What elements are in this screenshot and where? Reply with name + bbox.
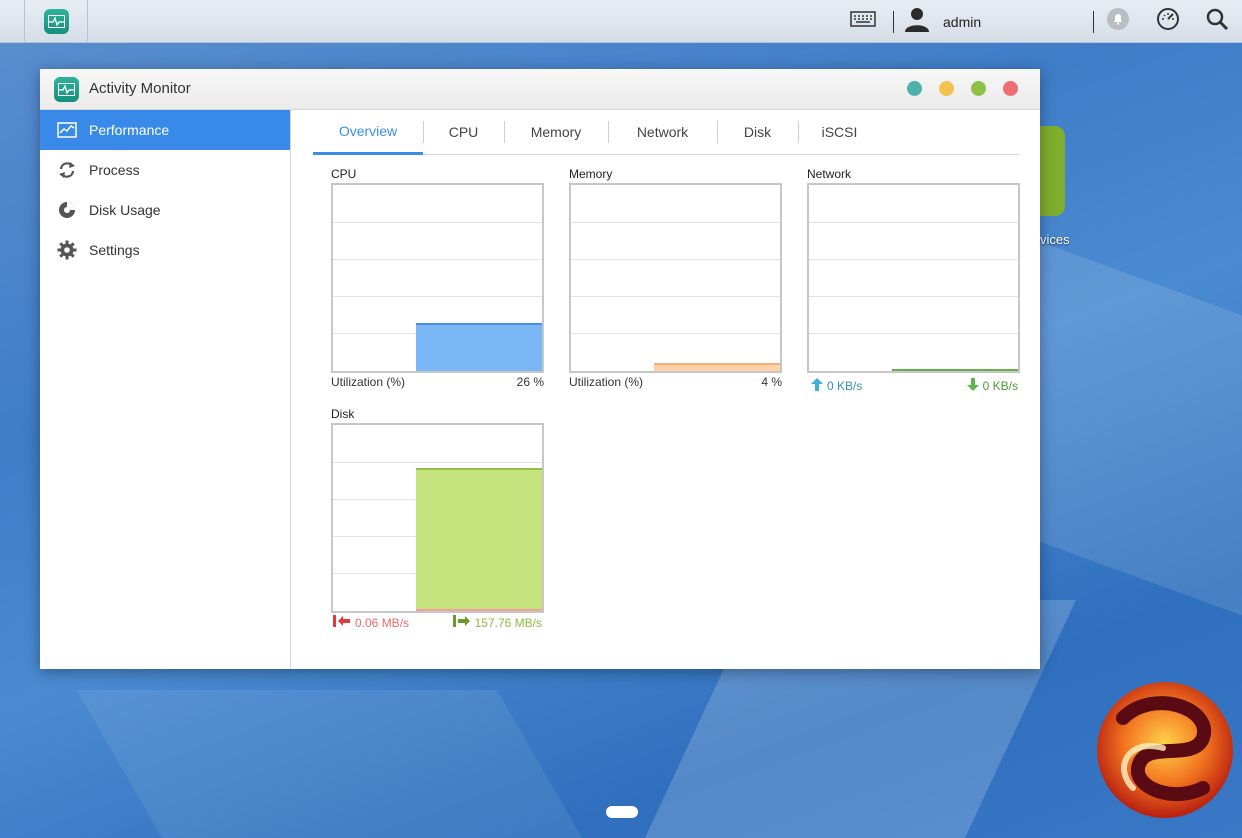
desktop-background-facet xyxy=(76,690,584,838)
window-info-button[interactable] xyxy=(907,81,922,96)
dashboard-button[interactable] xyxy=(1156,0,1180,43)
top-taskbar: admin xyxy=(0,0,1242,43)
gridline xyxy=(809,296,1018,297)
cpu-footer: Utilization (%) 26 % xyxy=(331,375,544,389)
panel-title: Disk xyxy=(331,407,355,421)
tab-iscsi[interactable]: iSCSI xyxy=(798,110,881,154)
notification-icon xyxy=(1106,7,1130,36)
activity-monitor-app-icon xyxy=(43,9,69,34)
network-download-value: 0 KB/s xyxy=(982,379,1018,393)
upload-arrow-icon xyxy=(811,378,823,394)
sidebar-item-label: Process xyxy=(89,162,140,178)
sidebar-item-performance[interactable]: Performance xyxy=(40,110,290,150)
gridline xyxy=(333,259,542,260)
memory-chart xyxy=(569,183,782,373)
panel-title: CPU xyxy=(331,167,357,181)
user-menu-button[interactable]: admin xyxy=(904,0,981,43)
activity-monitor-app-icon xyxy=(54,77,79,102)
activity-monitor-taskbar-button[interactable] xyxy=(25,0,88,43)
sidebar: Performance Process Disk Usage Settings xyxy=(40,110,291,669)
gridline xyxy=(571,259,780,260)
taskbar-divider xyxy=(893,11,894,33)
gridline xyxy=(571,222,780,223)
tab-bar: Overview CPU Memory Network Disk iSCSI xyxy=(313,110,1019,155)
dashboard-gauge-icon xyxy=(1156,7,1180,36)
window-titlebar[interactable]: Activity Monitor xyxy=(40,69,1040,110)
gridline xyxy=(809,259,1018,260)
network-footer: 0 KB/s 0 KB/s xyxy=(807,378,1020,394)
gear-icon xyxy=(57,240,77,260)
memory-footer-value: 4 % xyxy=(761,375,782,389)
window-minimize-button[interactable] xyxy=(939,81,954,96)
sidebar-item-label: Disk Usage xyxy=(89,202,161,218)
disk-footer: 0.06 MB/s 157.76 MB/s xyxy=(331,615,544,630)
cpu-footer-value: 26 % xyxy=(516,375,544,389)
memory-footer: Utilization (%) 4 % xyxy=(569,375,782,389)
taskbar-left-cap xyxy=(0,0,25,43)
panel-title: Network xyxy=(807,167,852,181)
main-content: Overview CPU Memory Network Disk iSCSI C… xyxy=(292,110,1040,669)
sidebar-item-label: Performance xyxy=(89,122,170,138)
network-panel: Network 0 KB/s 0 KB/s xyxy=(807,167,1020,397)
keyboard-icon xyxy=(850,11,876,32)
network-upload-value: 0 KB/s xyxy=(827,379,863,393)
tab-disk[interactable]: Disk xyxy=(717,110,798,154)
disk-read-value: 0.06 MB/s xyxy=(355,615,410,630)
sidebar-item-label: Settings xyxy=(89,242,140,258)
memory-utilization-area xyxy=(654,363,780,371)
cpu-panel: CPU Utilization (%) 26 % xyxy=(331,167,544,397)
panel-title: Memory xyxy=(569,167,613,181)
network-chart xyxy=(807,183,1020,373)
disk-write-value: 157.76 MB/s xyxy=(474,615,542,630)
tab-cpu[interactable]: CPU xyxy=(423,110,504,154)
gridline xyxy=(333,296,542,297)
window-maximize-button[interactable] xyxy=(971,81,986,96)
network-traffic-line xyxy=(892,369,1018,371)
process-cycle-icon xyxy=(57,160,77,180)
desktop-shortcut-label: vices xyxy=(1040,232,1070,247)
download-arrow-icon xyxy=(966,378,979,394)
sidebar-item-process[interactable]: Process xyxy=(40,150,290,190)
window-title: Activity Monitor xyxy=(89,80,191,97)
tab-network[interactable]: Network xyxy=(608,110,717,154)
performance-chart-icon xyxy=(57,120,77,140)
username-label: admin xyxy=(943,13,982,30)
window-close-button[interactable] xyxy=(1003,81,1018,96)
disk-panel: Disk 0.06 MB/s 157.76 MB/s xyxy=(331,407,544,637)
desktop-background-facet xyxy=(1040,241,1242,619)
gridline xyxy=(333,222,542,223)
cpu-utilization-area xyxy=(416,323,542,371)
gridline xyxy=(571,333,780,334)
disk-chart xyxy=(331,423,544,613)
tab-memory[interactable]: Memory xyxy=(504,110,608,154)
gridline xyxy=(571,296,780,297)
user-icon xyxy=(904,6,930,37)
disk-usage-pie-icon xyxy=(57,200,77,220)
cpu-footer-label: Utilization (%) xyxy=(331,375,406,389)
dock-handle[interactable] xyxy=(606,806,638,818)
gridline xyxy=(809,222,1018,223)
disk-write-icon xyxy=(452,615,471,630)
tab-overview[interactable]: Overview xyxy=(313,110,423,155)
gridline xyxy=(333,462,542,463)
search-button[interactable] xyxy=(1205,0,1229,43)
keyboard-button[interactable] xyxy=(850,0,876,43)
taskbar-divider xyxy=(1093,11,1094,33)
sidebar-item-settings[interactable]: Settings xyxy=(40,230,290,270)
sidebar-item-disk-usage[interactable]: Disk Usage xyxy=(40,190,290,230)
gridline xyxy=(809,333,1018,334)
memory-panel: Memory Utilization (%) 4 % xyxy=(569,167,782,397)
cpu-chart xyxy=(331,183,544,373)
memory-footer-label: Utilization (%) xyxy=(569,375,644,389)
notification-button[interactable] xyxy=(1106,0,1130,43)
search-icon xyxy=(1205,7,1229,36)
disk-write-area xyxy=(416,468,542,611)
publisher-logo-watermark xyxy=(1093,678,1238,823)
disk-read-line xyxy=(416,609,542,611)
disk-read-icon xyxy=(333,615,351,630)
activity-monitor-window: Activity Monitor Performance Process Dis… xyxy=(40,69,1040,669)
